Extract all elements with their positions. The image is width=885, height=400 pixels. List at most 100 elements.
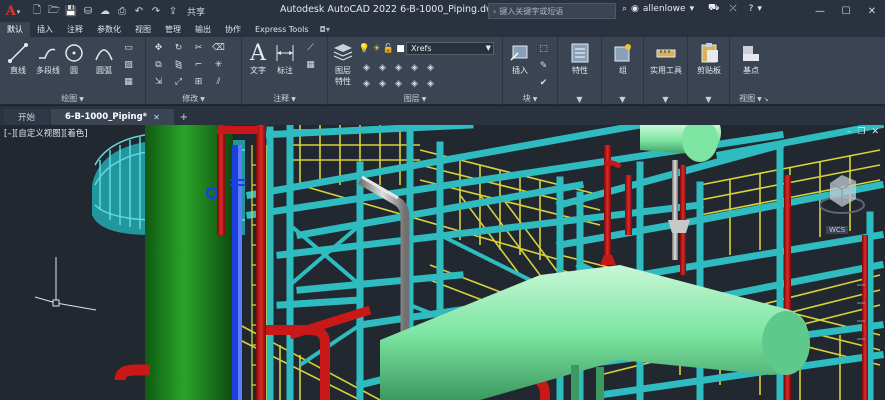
dimension-button[interactable]: 标注 xyxy=(273,41,297,76)
ribbon-collapse-icon[interactable]: ◘▾ xyxy=(320,22,330,37)
wcs-menu[interactable]: WCS xyxy=(826,226,849,234)
layer-previous-icon[interactable]: ◈ xyxy=(424,77,437,90)
utilities-button[interactable]: 实用工具 xyxy=(646,41,686,76)
viewcube[interactable] xyxy=(820,165,868,223)
stretch-icon[interactable]: ⇲ xyxy=(152,75,165,88)
clipboard-button[interactable]: 剪贴板 xyxy=(690,41,728,76)
group-button[interactable]: 组 xyxy=(610,41,636,76)
view-panel-title[interactable]: 视图 ▼ ↘ xyxy=(730,93,778,104)
hatch-icon[interactable]: ▨ xyxy=(122,58,135,71)
search-icon[interactable]: ⌕ xyxy=(622,4,627,14)
cart-icon[interactable]: ⛟ xyxy=(708,3,719,14)
new-tab-button[interactable]: + xyxy=(176,109,192,125)
block-panel-title[interactable]: 块 ▼ xyxy=(503,93,557,104)
web-mobile-icon[interactable]: ☁ xyxy=(98,4,112,18)
drawing-viewport[interactable]: [–][自定义视图][着色] – ❐ ✕ WCS xyxy=(0,125,885,400)
minimize-icon[interactable]: — xyxy=(807,0,833,22)
new-file-icon[interactable]: 🗋 xyxy=(30,4,44,18)
circle-label: 圆 xyxy=(70,66,78,75)
line-button[interactable]: 直线 xyxy=(5,41,31,76)
properties-expand[interactable]: ▼ xyxy=(558,95,601,104)
close-icon[interactable]: ✕ xyxy=(871,127,879,137)
scale-icon[interactable]: ⤢ xyxy=(172,75,185,88)
share-icon[interactable]: ⇪ xyxy=(166,4,180,18)
layer-off-icon[interactable]: ◈ xyxy=(360,61,373,74)
array-icon[interactable]: ⊞ xyxy=(192,75,205,88)
create-block-icon[interactable]: ⬚ xyxy=(537,42,550,55)
layer-match-icon[interactable]: ◈ xyxy=(424,61,437,74)
open-folder-icon[interactable]: 🗁 xyxy=(47,4,61,18)
groups-expand[interactable]: ▼ xyxy=(602,95,643,104)
application-menu-button[interactable]: A ▾ xyxy=(0,0,26,22)
leader-icon[interactable]: ⟋ xyxy=(304,41,317,54)
edit-block-icon[interactable]: ✎ xyxy=(537,59,550,72)
offset-icon[interactable]: ⫽ xyxy=(212,75,225,88)
3d-piping-model[interactable] xyxy=(0,125,885,400)
plot-icon[interactable]: ⎙ xyxy=(115,4,129,18)
copy-icon[interactable]: ⧉ xyxy=(152,58,165,71)
tab-parametric[interactable]: 参数化 xyxy=(90,22,128,37)
erase-icon[interactable]: ⌫ xyxy=(212,41,225,54)
exchange-icon[interactable]: ⤫ xyxy=(729,4,736,14)
tab-express-tools[interactable]: Express Tools xyxy=(248,22,316,37)
properties-button[interactable]: 特性 xyxy=(566,41,594,76)
tab-insert[interactable]: 插入 xyxy=(30,22,60,37)
minimize-icon[interactable]: – xyxy=(847,127,852,137)
tab-view[interactable]: 视图 xyxy=(128,22,158,37)
layer-lock-icon[interactable]: ◈ xyxy=(408,61,421,74)
mirror-icon[interactable]: ⧎ xyxy=(172,58,185,71)
layer-thaw-icon[interactable]: ◈ xyxy=(392,77,405,90)
modify-panel-title[interactable]: 修改 ▼ xyxy=(146,93,241,104)
base-view-button[interactable]: 基点 xyxy=(736,41,766,76)
layers-panel-title[interactable]: 图层 ▼ xyxy=(328,93,502,104)
restore-icon[interactable]: ❐ xyxy=(857,127,865,137)
tab-output[interactable]: 输出 xyxy=(188,22,218,37)
rotate-icon[interactable]: ↻ xyxy=(172,41,185,54)
help-icon[interactable]: ? xyxy=(749,4,754,14)
undo-icon[interactable]: ↶ xyxy=(132,4,146,18)
draw-panel-title[interactable]: 绘图 ▼ xyxy=(0,93,145,104)
annotation-panel-title[interactable]: 注释 ▼ xyxy=(242,93,327,104)
layer-isolate-icon[interactable]: ◈ xyxy=(376,61,389,74)
layer-properties-button[interactable]: 图层 特性 xyxy=(330,41,356,87)
clipboard-expand[interactable]: ▼ xyxy=(688,95,729,104)
share-button[interactable]: 共享 xyxy=(187,5,205,18)
redo-icon[interactable]: ↷ xyxy=(149,4,163,18)
move-icon[interactable]: ✥ xyxy=(152,41,165,54)
insert-block-button[interactable]: 插入 xyxy=(507,41,533,76)
tab-collaborate[interactable]: 协作 xyxy=(218,22,248,37)
table-icon[interactable]: ▦ xyxy=(304,58,317,71)
layer-on-icon[interactable]: ◈ xyxy=(360,77,373,90)
tab-drawing[interactable]: 6-B-1000_Piping* ✕ xyxy=(51,109,174,125)
tab-annotate[interactable]: 注释 xyxy=(60,22,90,37)
layer-dropdown[interactable]: Xrefs ▼ xyxy=(406,42,494,55)
layer-freeze-icon[interactable]: ◈ xyxy=(392,61,405,74)
username[interactable]: allenlowe xyxy=(643,4,686,14)
save-as-icon[interactable]: ⛁ xyxy=(81,4,95,18)
viewport-controls-label[interactable]: [–][自定义视图][着色] xyxy=(4,127,88,139)
utilities-expand[interactable]: ▼ xyxy=(644,95,687,104)
layer-unisolate-icon[interactable]: ◈ xyxy=(376,77,389,90)
fillet-icon[interactable]: ⌐ xyxy=(192,58,205,71)
text-button[interactable]: A 文字 xyxy=(246,41,270,76)
rectangle-icon[interactable]: ▭ xyxy=(122,41,135,54)
circle-button[interactable]: 圆 xyxy=(62,41,86,76)
close-icon[interactable]: ✕ xyxy=(153,113,160,122)
gradient-icon[interactable]: ▦ xyxy=(122,75,135,88)
chevron-down-icon[interactable]: ▾ xyxy=(690,4,695,14)
explode-icon[interactable]: ✳ xyxy=(212,58,225,71)
attribute-icon[interactable]: ✔ xyxy=(537,76,550,89)
search-input[interactable]: › 键入关键字或短语 xyxy=(488,3,616,19)
save-icon[interactable]: 💾 xyxy=(64,4,78,18)
polyline-button[interactable]: 多段线 xyxy=(33,41,63,76)
trim-icon[interactable]: ✂ xyxy=(192,41,205,54)
layer-unlock-icon[interactable]: ◈ xyxy=(408,77,421,90)
chevron-down-icon[interactable]: ▾ xyxy=(757,4,762,14)
close-icon[interactable]: ✕ xyxy=(859,0,885,22)
tab-home[interactable]: 默认 xyxy=(0,22,30,37)
tab-start[interactable]: 开始 xyxy=(4,109,50,125)
user-icon[interactable]: ◉ xyxy=(631,4,639,14)
arc-button[interactable]: 圆弧 xyxy=(92,41,116,76)
tab-manage[interactable]: 管理 xyxy=(158,22,188,37)
maximize-icon[interactable]: ☐ xyxy=(833,0,859,22)
